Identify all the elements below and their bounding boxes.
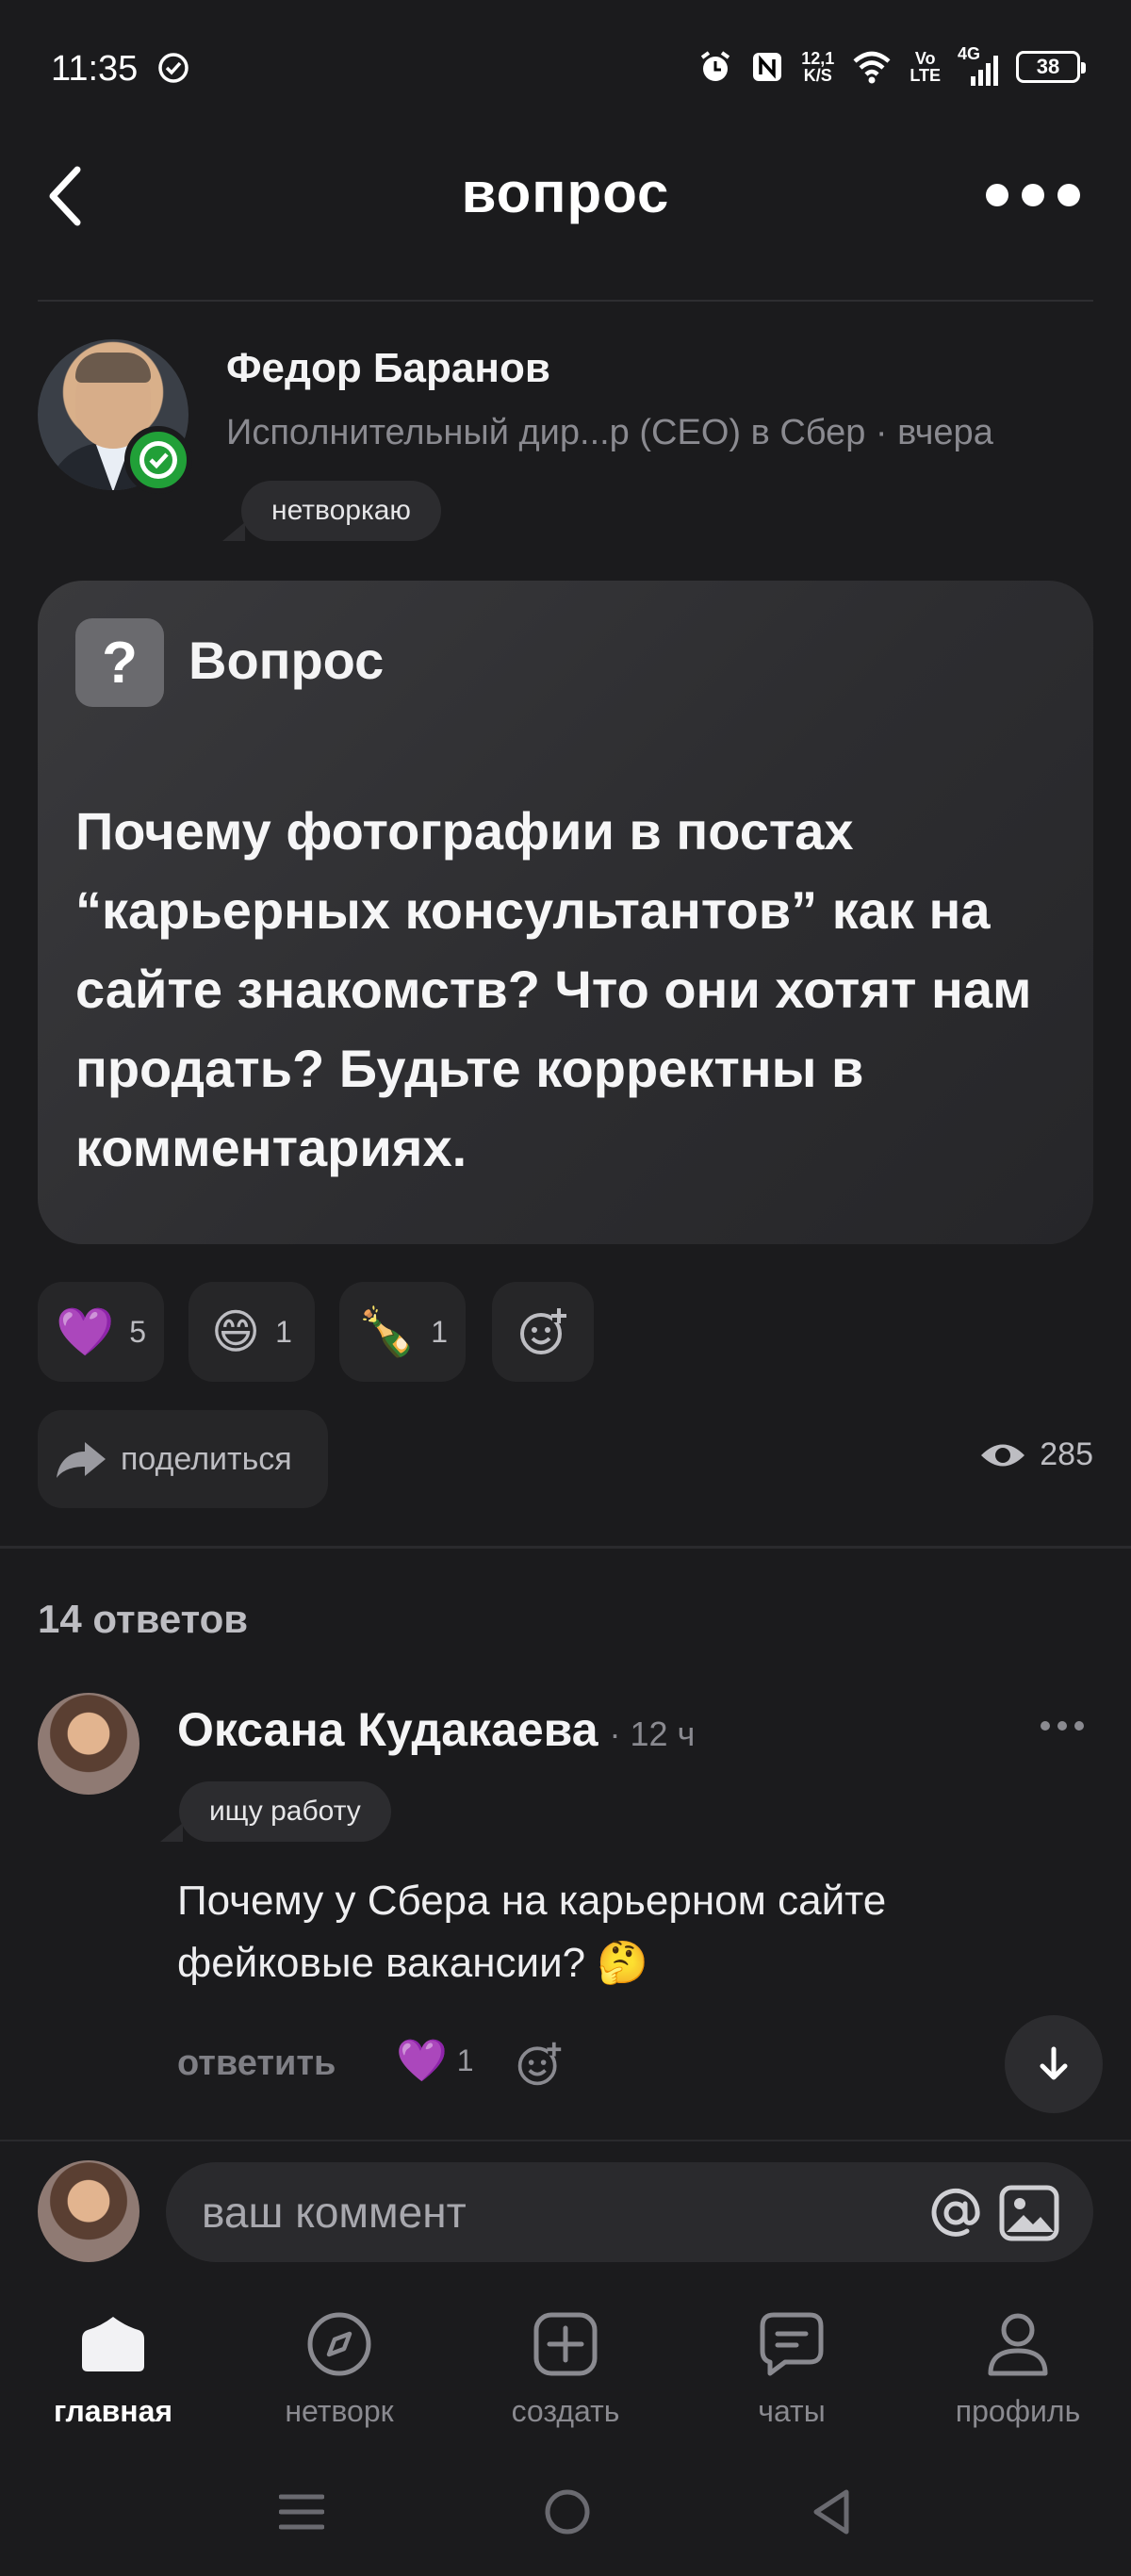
menu-icon[interactable] <box>279 2493 324 2531</box>
bottom-tab-bar: главная нетворк создать чаты профиль <box>0 2290 1131 2441</box>
comment-compose-bar <box>166 2162 1093 2262</box>
reaction-champagne-button[interactable]: 🍾 1 <box>339 1282 466 1382</box>
comment-author-avatar[interactable] <box>38 1693 139 1795</box>
eye-icon <box>981 1444 1025 1466</box>
purple-heart-icon: 💜 <box>396 2038 448 2084</box>
divider <box>0 2140 1131 2141</box>
tab-home[interactable]: главная <box>0 2290 226 2441</box>
reaction-count: 1 <box>431 1314 449 1349</box>
share-label: поделиться <box>121 1440 292 1477</box>
add-emoji-icon <box>520 1308 566 1354</box>
page-title: вопрос <box>461 161 670 224</box>
tab-profile[interactable]: профиль <box>905 2290 1131 2441</box>
reaction-count: 1 <box>275 1314 292 1349</box>
author-subtitle: Исполнительный дир...р (CEO) в Сбер · вч… <box>226 413 993 452</box>
home-icon <box>80 2311 146 2377</box>
comment-time: · 12 ч <box>609 1715 696 1753</box>
battery-icon: 38 <box>1016 51 1086 83</box>
reply-button[interactable]: ответить <box>177 2043 336 2084</box>
share-arrow-icon <box>57 1442 106 1478</box>
dot-icon <box>1074 1721 1084 1731</box>
question-text: Почему фотографии в постах “карьерных ко… <box>75 801 1032 1177</box>
net-speed: 12,1 K/S <box>801 49 835 85</box>
answers-count: 14 ответов <box>38 1597 249 1641</box>
dot-icon <box>1057 184 1080 206</box>
more-options-button[interactable] <box>986 179 1080 211</box>
reaction-laugh-button[interactable]: 😄 1 <box>188 1282 315 1382</box>
image-attach-icon[interactable] <box>999 2185 1059 2241</box>
verified-badge-icon <box>124 426 192 494</box>
system-navigation-bar <box>0 2469 1131 2554</box>
author-name[interactable]: Федор Баранов <box>226 345 550 392</box>
add-emoji-icon[interactable] <box>515 2040 564 2089</box>
laughing-face-icon: 😄 <box>211 1305 261 1358</box>
person-icon <box>985 2311 1051 2377</box>
champagne-icon: 🍾 <box>356 1305 417 1358</box>
tab-network[interactable]: нетворк <box>226 2290 452 2441</box>
like-count: 1 <box>456 2043 474 2077</box>
nfc-icon <box>753 53 782 81</box>
back-triangle-icon[interactable] <box>811 2487 852 2536</box>
dot-icon <box>1057 1721 1067 1731</box>
tab-chats[interactable]: чаты <box>679 2290 905 2441</box>
reaction-count: 5 <box>129 1314 147 1349</box>
arrow-down-icon <box>1040 2046 1068 2080</box>
comment-more-button[interactable] <box>1041 1721 1084 1734</box>
tab-create[interactable]: создать <box>452 2290 679 2441</box>
current-user-avatar <box>38 2160 139 2262</box>
comment-header: Оксана Кудакаева · 12 ч <box>177 1702 695 1757</box>
home-circle-icon[interactable] <box>543 2487 592 2536</box>
add-reaction-button[interactable] <box>492 1282 594 1382</box>
status-icons: 12,1 K/S Vo LTE 4G 38 <box>697 44 1086 89</box>
plus-square-icon <box>533 2311 598 2377</box>
share-button[interactable]: поделиться <box>38 1410 328 1508</box>
mention-icon[interactable] <box>929 2187 982 2240</box>
views-counter: 285 <box>979 1436 1093 1473</box>
wifi-icon <box>853 51 891 84</box>
scroll-down-button[interactable] <box>1005 2015 1103 2113</box>
comment-text: Почему у Сбера на карьерном сайте фейков… <box>177 1878 887 1986</box>
check-circle-icon <box>158 53 188 83</box>
status-time: 11:35 <box>51 49 139 89</box>
comment-status-tag: ищу работу <box>160 1781 391 1842</box>
divider <box>38 300 1093 302</box>
reaction-heart-button[interactable]: 💜 5 <box>38 1282 164 1382</box>
views-count: 285 <box>1040 1436 1093 1472</box>
dot-icon <box>1041 1721 1050 1731</box>
purple-heart-icon: 💜 <box>55 1305 115 1358</box>
dot-icon <box>1022 184 1044 206</box>
volte-label: Vo LTE <box>910 49 941 85</box>
compass-icon <box>306 2311 372 2377</box>
question-card-label: Вопрос <box>188 631 385 690</box>
question-mark-icon: ? <box>75 618 164 707</box>
alarm-icon <box>701 51 730 81</box>
comment-author-name[interactable]: Оксана Кудакаева <box>177 1702 598 1757</box>
dot-icon <box>986 184 1008 206</box>
comment-like-button[interactable]: 💜 1 <box>396 2036 474 2085</box>
signal-icon: 4G <box>958 44 999 86</box>
author-status-tag: нетворкаю <box>222 481 441 541</box>
divider <box>0 1546 1131 1549</box>
chat-icon <box>759 2311 825 2377</box>
comment-input[interactable] <box>202 2162 861 2262</box>
